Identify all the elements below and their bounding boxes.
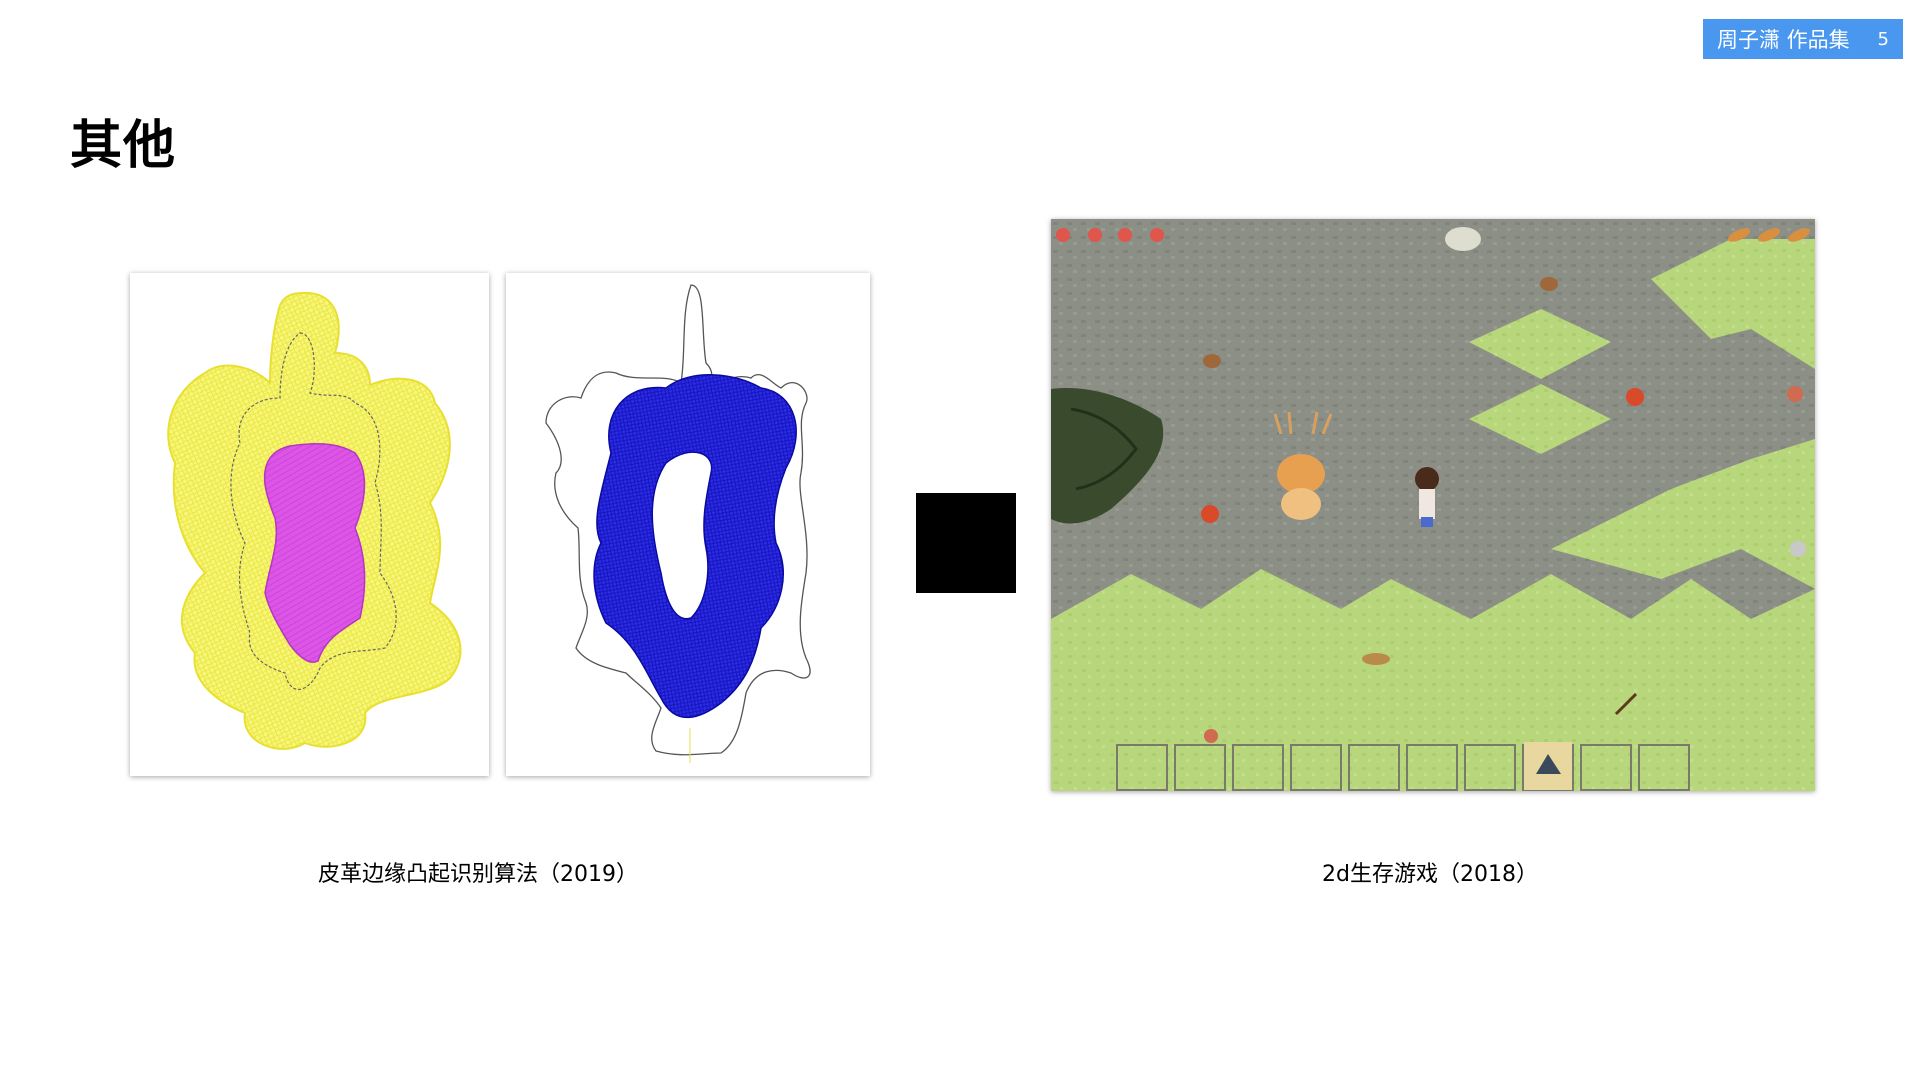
leather-blue-plot [506, 273, 870, 776]
game-screenshot [1051, 219, 1815, 791]
page-title: 其他 [70, 116, 177, 176]
leather-yellow-plot [130, 273, 489, 776]
author-badge: 周子潇 作品集 5 [1703, 19, 1903, 59]
author-label: 周子潇 作品集 [1717, 28, 1850, 52]
caption-2d-game: 2d生存游戏（2018） [1322, 862, 1538, 887]
caption-leather-algorithm: 皮革边缘凸起识别算法（2019） [318, 862, 638, 887]
page-number: 5 [1877, 28, 1889, 50]
black-square [916, 493, 1016, 593]
